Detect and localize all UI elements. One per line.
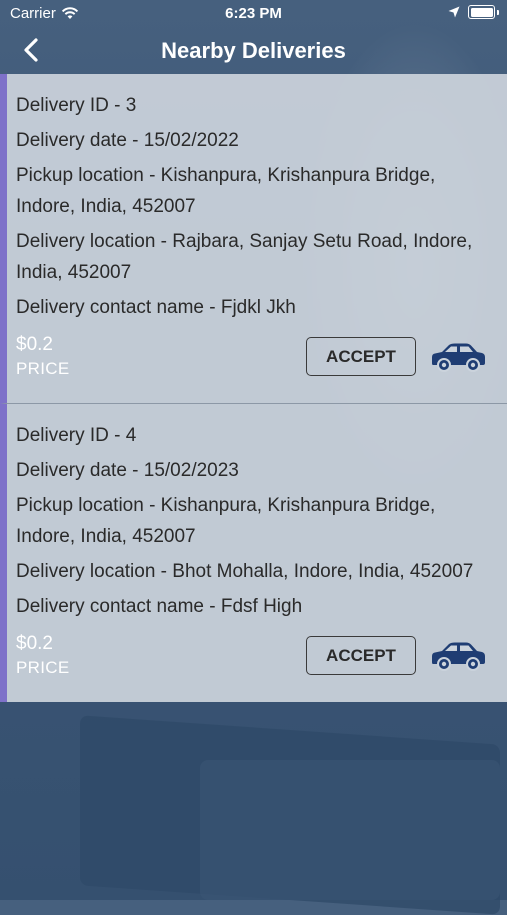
background-box: [200, 760, 500, 900]
price-value: $0.2: [16, 633, 53, 654]
battery-icon: [468, 5, 495, 19]
delivery-list: Delivery ID - 3 Delivery date - 15/02/20…: [0, 74, 507, 702]
pickup-location: Pickup location - Kishanpura, Krishanpur…: [16, 495, 436, 547]
price-label: PRICE: [16, 658, 70, 677]
card-footer: $0.2 PRICE ACCEPT: [16, 632, 493, 688]
price-block: $0.2 PRICE: [16, 333, 69, 381]
delivery-id: Delivery ID - 4: [16, 425, 137, 446]
price-label: PRICE: [16, 359, 70, 378]
accept-button[interactable]: ACCEPT: [306, 636, 416, 675]
delivery-card: Delivery ID - 4 Delivery date - 15/02/20…: [0, 403, 507, 702]
page-title: Nearby Deliveries: [161, 38, 346, 63]
navigation-bar: Nearby Deliveries: [0, 28, 507, 74]
status-bar: Carrier 6:23 PM: [0, 0, 507, 28]
car-icon: [432, 343, 485, 372]
pickup-location: Pickup location - Kishanpura, Krishanpur…: [16, 165, 436, 217]
delivery-contact: Delivery contact name - Fjdkl Jkh: [16, 297, 296, 318]
delivery-location: Delivery location - Bhot Mohalla, Indore…: [16, 561, 474, 582]
car-icon: [432, 642, 485, 671]
status-time: 6:23 PM: [225, 5, 282, 22]
delivery-location: Delivery location - Rajbara, Sanjay Setu…: [16, 231, 473, 283]
status-right: [448, 5, 499, 19]
delivery-contact: Delivery contact name - Fdsf High: [16, 596, 303, 617]
accept-button[interactable]: ACCEPT: [306, 337, 416, 376]
delivery-id: Delivery ID - 3: [16, 95, 137, 116]
delivery-date: Delivery date - 15/02/2023: [16, 460, 239, 481]
price-value: $0.2: [16, 334, 53, 355]
delivery-date: Delivery date - 15/02/2022: [16, 130, 239, 151]
card-footer: $0.2 PRICE ACCEPT: [16, 333, 493, 389]
price-block: $0.2 PRICE: [16, 632, 69, 680]
delivery-card: Delivery ID - 3 Delivery date - 15/02/20…: [0, 74, 507, 403]
location-arrow-icon: [448, 6, 460, 18]
battery-tip: [497, 9, 499, 15]
